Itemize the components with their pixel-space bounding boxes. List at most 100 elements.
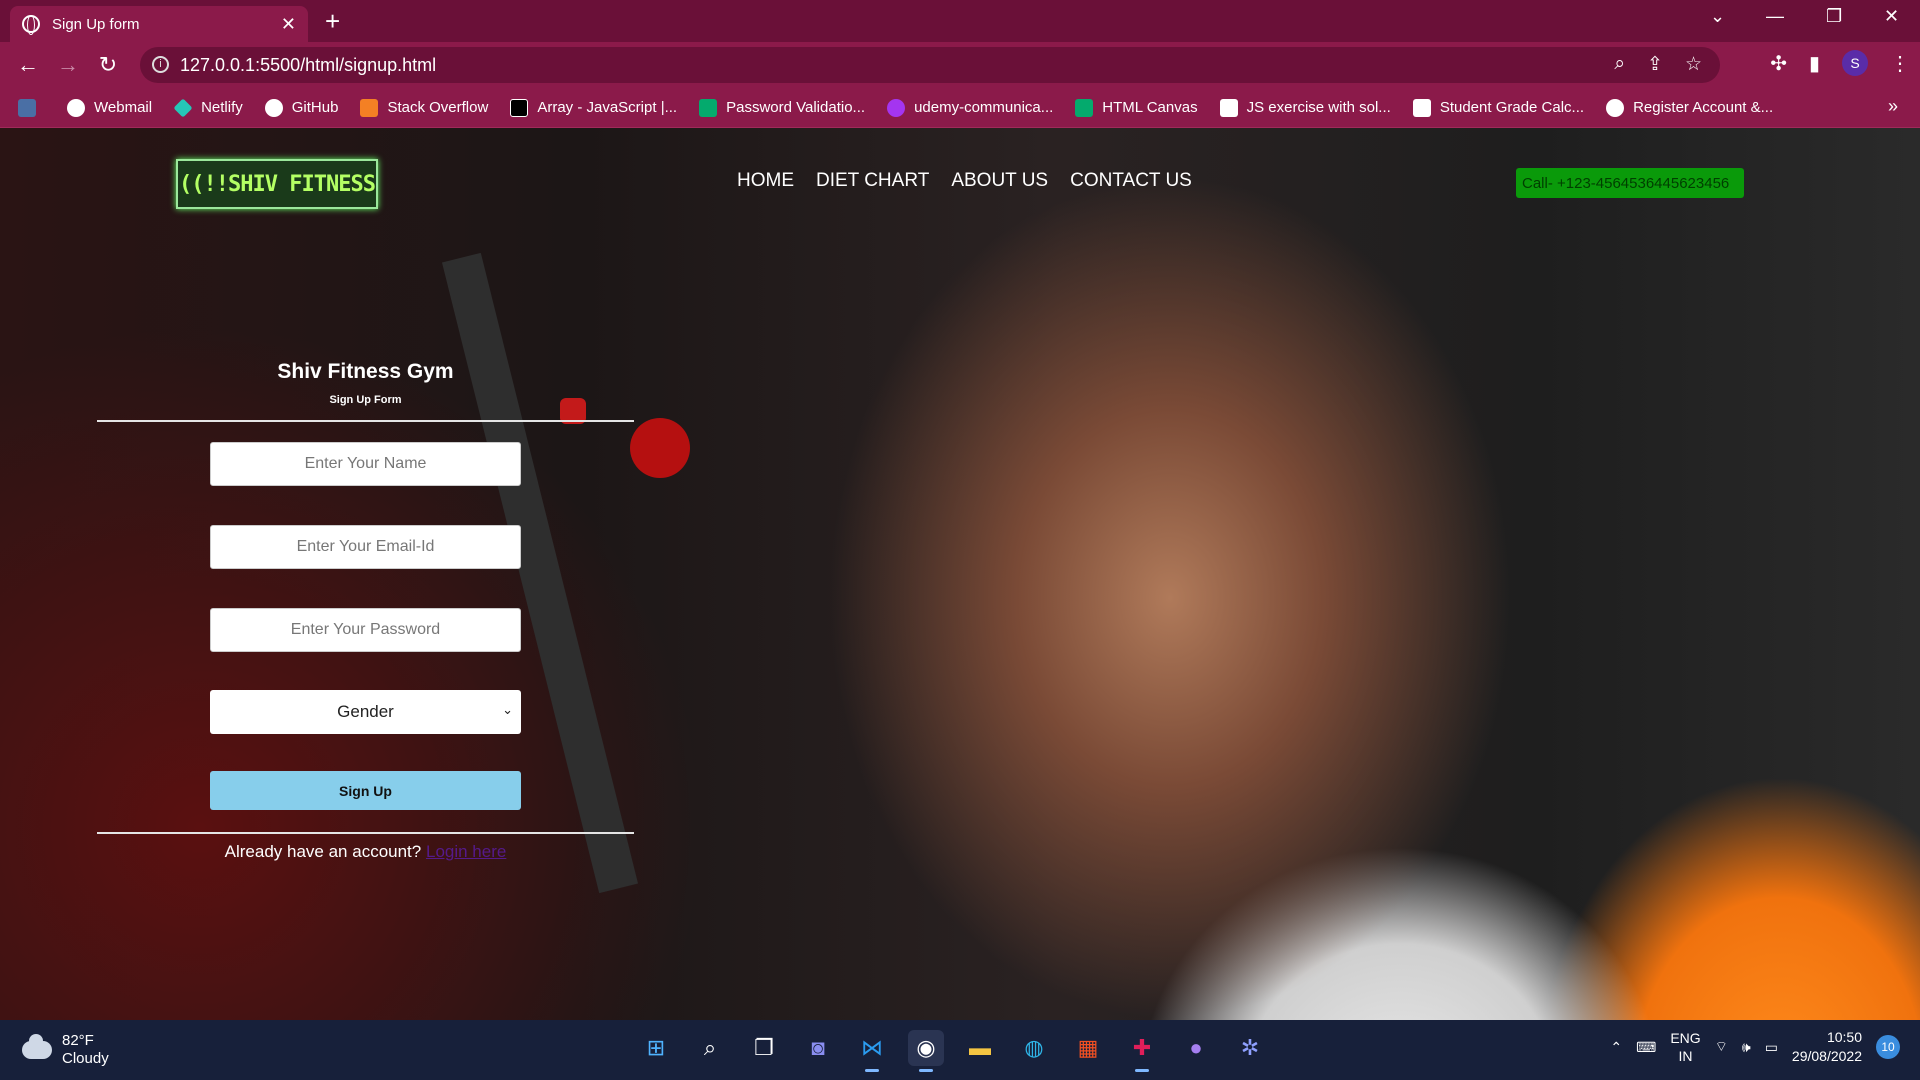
keyboard-icon[interactable]: ⌨ (1636, 1039, 1656, 1056)
side-panel-icon[interactable]: ▮ (1809, 51, 1820, 76)
notification-badge[interactable]: 10 (1876, 1035, 1900, 1059)
site-logo[interactable]: ((!!SHIV FITNESS (176, 159, 378, 209)
signup-button[interactable]: Sign Up (210, 771, 521, 810)
slack-icon[interactable]: ✚ (1124, 1030, 1160, 1072)
microsoft-store-icon[interactable]: ▦ (1070, 1030, 1106, 1066)
bookmark-register-account[interactable]: Register Account &... (1606, 98, 1773, 117)
login-prompt-text: Already have an account? (224, 842, 422, 861)
bookmark-netlify[interactable]: Netlify (173, 97, 243, 118)
close-window-icon[interactable]: ✕ (1884, 6, 1899, 27)
bookmark-github[interactable]: GitHub (264, 98, 338, 117)
extensions-puzzle-icon[interactable]: ✣ (1770, 51, 1787, 76)
nav-about-us[interactable]: ABOUT US (951, 170, 1048, 192)
bookmark-stack-overflow[interactable]: Stack Overflow (360, 98, 488, 117)
chevron-up-icon[interactable]: ⌃ (1610, 1039, 1622, 1056)
bookmarks-more-icon[interactable]: » (1888, 96, 1898, 117)
divider-bottom (97, 832, 634, 834)
nav-home[interactable]: HOME (737, 170, 794, 192)
w3schools-icon (1075, 98, 1094, 117)
clock[interactable]: 10:50 29/08/2022 (1792, 1028, 1862, 1066)
new-tab-button[interactable]: + (325, 6, 340, 36)
form-title: Shiv Fitness Gym (277, 360, 454, 383)
apps-icon[interactable] (18, 98, 45, 117)
codepen-icon (1606, 98, 1625, 117)
tab-search-chevron-icon[interactable]: ⌄ (1710, 6, 1725, 27)
bookmark-html-canvas[interactable]: HTML Canvas (1075, 98, 1198, 117)
language-indicator[interactable]: ENG IN (1670, 1029, 1700, 1065)
vscode-icon[interactable]: ⋈ (854, 1030, 890, 1072)
bookmark-password-validation[interactable]: Password Validatio... (699, 98, 865, 117)
profile-avatar[interactable]: S (1842, 50, 1868, 76)
page-viewport: ((!!SHIV FITNESS HOME DIET CHART ABOUT U… (0, 128, 1920, 1020)
system-tray: ⌃ ⌨ ENG IN ⌔ 🕪 ▭ 10:50 29/08/2022 10 (1610, 1028, 1900, 1066)
restore-icon[interactable]: ❐ (1826, 6, 1842, 27)
bookmark-star-icon[interactable]: ☆ (1685, 53, 1702, 76)
settings-gear-icon[interactable]: ✲ (1232, 1030, 1268, 1066)
task-view-icon[interactable]: ❐ (746, 1030, 782, 1066)
email-input[interactable] (210, 525, 521, 569)
nav-contact-us[interactable]: CONTACT US (1070, 170, 1192, 192)
webmail-icon (67, 98, 85, 117)
form-subtitle: Sign Up Form (329, 394, 402, 406)
chrome-icon[interactable]: ◉ (908, 1030, 944, 1072)
gender-select-value: Gender (337, 702, 394, 721)
browser-tab-bar: Sign Up form ✕ + ⌄ — ❐ ✕ (0, 0, 1920, 42)
taskbar-apps: ⊞ ⌕ ❐ ◙ ⋈ ◉ ▬ ◍ ▦ ✚ ● ✲ (638, 1030, 1268, 1072)
menu-kebab-icon[interactable]: ⋮ (1890, 51, 1910, 76)
bookmark-array-js[interactable]: Array - JavaScript |... (510, 98, 677, 117)
clock-date: 29/08/2022 (1791, 1048, 1862, 1064)
browser-tab-active[interactable]: Sign Up form ✕ (10, 6, 308, 42)
bookmark-udemy[interactable]: udemy-communica... (887, 98, 1053, 117)
github-desktop-icon[interactable]: ● (1178, 1030, 1214, 1066)
clock-time: 10:50 (1826, 1029, 1862, 1045)
udemy-icon (887, 98, 906, 117)
gender-select[interactable]: Gender ⌄ (210, 690, 521, 734)
forward-arrow-icon[interactable]: → (48, 52, 88, 78)
weather-widget[interactable]: 82°F Cloudy (22, 1032, 109, 1068)
signup-form: Shiv Fitness Gym Sign Up Form Gender ⌄ S… (97, 360, 634, 880)
minimize-icon[interactable]: — (1766, 6, 1784, 27)
tab-title: Sign Up form (52, 15, 140, 33)
w3schools-icon (699, 98, 718, 117)
password-input[interactable] (210, 608, 521, 652)
site-nav: HOME DIET CHART ABOUT US CONTACT US (737, 170, 1192, 192)
bookmark-student-grade[interactable]: Student Grade Calc... (1412, 98, 1584, 117)
reload-icon[interactable]: ↻ (88, 52, 128, 78)
windows-taskbar: 82°F Cloudy ⊞ ⌕ ❐ ◙ ⋈ ◉ ▬ ◍ ▦ ✚ ● ✲ ⌃ ⌨ … (0, 1020, 1920, 1080)
edge-icon[interactable]: ◍ (1016, 1030, 1052, 1066)
weather-temp: 82°F (62, 1032, 94, 1049)
globe-icon (22, 15, 40, 35)
teams-chat-icon[interactable]: ◙ (800, 1030, 836, 1066)
stack-overflow-icon (360, 98, 379, 117)
zoom-icon[interactable]: ⌕ (1614, 53, 1625, 76)
url-text: 127.0.0.1:5500/html/signup.html (180, 54, 437, 75)
name-input[interactable] (210, 442, 521, 486)
cloud-icon (22, 1034, 52, 1059)
login-prompt: Already have an account? Login here (97, 842, 634, 862)
bookmark-webmail[interactable]: Webmail (67, 98, 152, 117)
nav-diet-chart[interactable]: DIET CHART (816, 170, 929, 192)
windows-start-icon[interactable]: ⊞ (638, 1030, 674, 1066)
background-red-knob (630, 418, 690, 478)
tab-close-icon[interactable]: ✕ (281, 14, 296, 35)
wifi-icon[interactable]: ⌔ (1715, 1038, 1728, 1056)
share-icon[interactable]: ⇪ (1647, 53, 1663, 76)
divider-top (97, 420, 634, 422)
file-explorer-icon[interactable]: ▬ (962, 1030, 998, 1066)
browser-toolbar: ← → ↻ i 127.0.0.1:5500/html/signup.html … (0, 42, 1920, 88)
bookmark-js-exercise[interactable]: JS exercise with sol... (1219, 98, 1391, 117)
call-button[interactable]: Call- +123-4564536445623456 (1516, 168, 1744, 198)
battery-icon[interactable]: ▭ (1765, 1039, 1778, 1056)
mdn-icon (510, 98, 529, 117)
back-arrow-icon[interactable]: ← (8, 52, 48, 78)
address-bar[interactable]: i 127.0.0.1:5500/html/signup.html ⌕ ⇪ ☆ (140, 47, 1720, 83)
site-info-icon[interactable]: i (152, 56, 169, 73)
volume-icon[interactable]: 🕪 (1742, 1039, 1751, 1056)
login-link[interactable]: Login here (426, 842, 506, 861)
bookmarks-bar: Webmail Netlify GitHub Stack Overflow Ar… (0, 88, 1920, 128)
search-icon[interactable]: ⌕ (692, 1030, 728, 1066)
weather-condition: Cloudy (62, 1050, 109, 1067)
chevron-down-icon: ⌄ (502, 702, 513, 717)
page-icon (1412, 98, 1431, 117)
netlify-icon (173, 97, 193, 118)
